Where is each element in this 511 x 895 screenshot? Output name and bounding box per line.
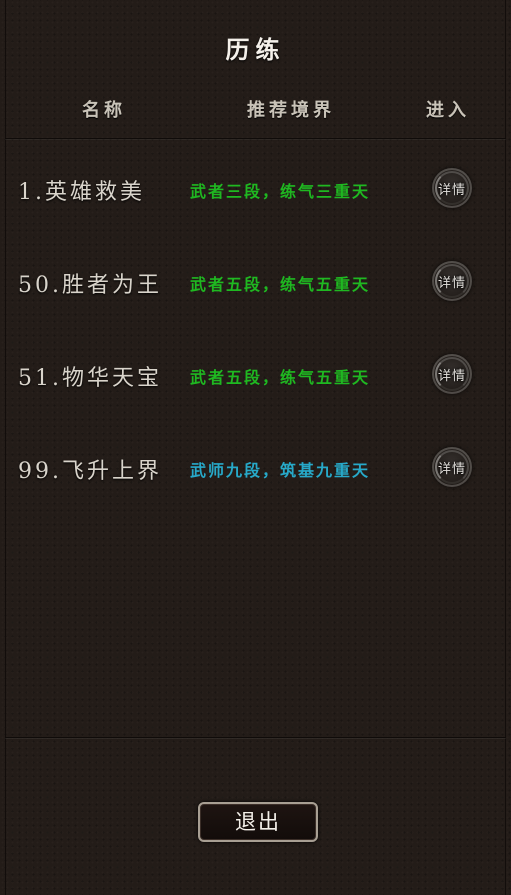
footer-divider xyxy=(5,737,506,738)
header-name: 名称 xyxy=(82,100,126,121)
list-header: 名称 推荐境界 进入 xyxy=(0,96,511,126)
header-enter: 进入 xyxy=(426,100,470,121)
trial-realm: 武者五段，练气五重天 xyxy=(190,368,371,387)
list-item: 99.飞升上界 武师九段，筑基九重天 详情 xyxy=(0,420,511,513)
detail-seal-icon: 详情 xyxy=(437,369,466,384)
detail-seal-icon: 详情 xyxy=(437,276,466,291)
detail-seal-icon: 详情 xyxy=(437,462,466,477)
trial-name: 51.物华天宝 xyxy=(18,366,162,391)
trial-realm: 武者三段，练气三重天 xyxy=(190,182,371,201)
trial-name: 1.英雄救美 xyxy=(18,180,145,205)
list-item: 50.胜者为王 武者五段，练气五重天 详情 xyxy=(0,234,511,327)
trial-name: 50.胜者为王 xyxy=(18,273,162,298)
trial-list: 1.英雄救美 武者三段，练气三重天 详情 50.胜者为王 武者五段，练气五重天 … xyxy=(0,141,511,513)
detail-button[interactable]: 详情 xyxy=(432,261,472,301)
list-item: 1.英雄救美 武者三段，练气三重天 详情 xyxy=(0,141,511,234)
detail-button[interactable]: 详情 xyxy=(432,168,472,208)
trial-name: 99.飞升上界 xyxy=(18,459,162,484)
header-divider xyxy=(5,138,506,139)
detail-seal-icon: 详情 xyxy=(437,183,466,198)
detail-button[interactable]: 详情 xyxy=(432,447,472,487)
detail-button[interactable]: 详情 xyxy=(432,354,472,394)
page-title: 历练 xyxy=(225,35,286,64)
list-item: 51.物华天宝 武者五段，练气五重天 详情 xyxy=(0,327,511,420)
trial-realm: 武师九段，筑基九重天 xyxy=(190,461,371,480)
header-recommended-realm: 推荐境界 xyxy=(247,100,335,121)
trial-realm: 武者五段，练气五重天 xyxy=(190,275,371,294)
exit-button[interactable]: 退出 xyxy=(198,802,318,842)
